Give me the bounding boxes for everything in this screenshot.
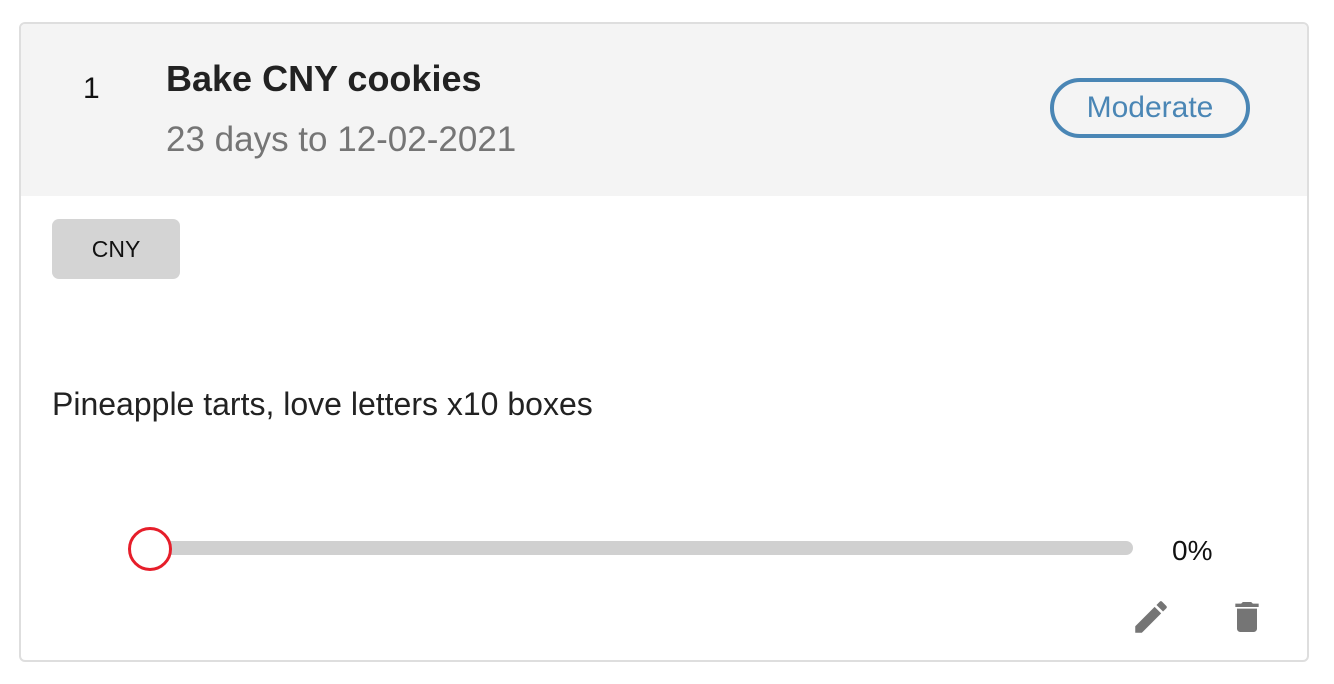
- priority-badge[interactable]: Moderate: [1050, 78, 1250, 138]
- task-title: Bake CNY cookies: [166, 58, 482, 99]
- trash-icon: [1235, 602, 1259, 632]
- progress-percent: 0%: [1172, 535, 1213, 566]
- tag-chip[interactable]: CNY: [52, 219, 180, 279]
- edit-button[interactable]: [1128, 594, 1174, 640]
- task-header: 1 Bake CNY cookies 23 days to 12-02-2021…: [21, 24, 1307, 196]
- task-description: Pineapple tarts, love letters x10 boxes: [52, 386, 593, 422]
- progress-slider-thumb[interactable]: [128, 527, 172, 571]
- task-card: 1 Bake CNY cookies 23 days to 12-02-2021…: [19, 22, 1309, 662]
- progress-slider-track[interactable]: [151, 541, 1133, 555]
- task-due-date: 23 days to 12-02-2021: [166, 120, 517, 159]
- pencil-icon: [1135, 601, 1167, 633]
- delete-button[interactable]: [1226, 594, 1268, 640]
- task-index: 1: [83, 72, 100, 105]
